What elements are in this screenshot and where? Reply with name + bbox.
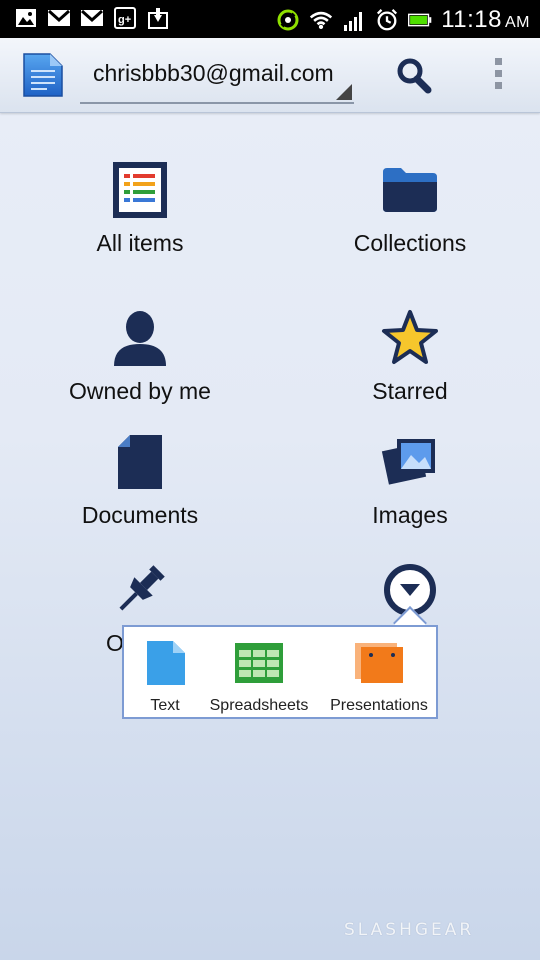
account-email: chrisbbb30@gmail.com — [93, 60, 334, 86]
create-type-popup: Text Spreadsheets Presentations — [122, 625, 438, 719]
popup-presentations-button[interactable]: Presentations — [322, 637, 436, 715]
popup-text-label: Text — [150, 697, 180, 714]
overflow-menu-icon — [494, 58, 502, 65]
search-icon — [397, 58, 432, 94]
images-button[interactable]: Images — [290, 430, 530, 529]
all-items-button[interactable]: All items — [20, 158, 260, 257]
popup-presentations-label: Presentations — [330, 697, 428, 714]
all-items-label: All items — [96, 230, 184, 256]
starred-label: Starred — [372, 378, 448, 404]
search-button[interactable] — [394, 56, 434, 96]
collections-label: Collections — [353, 230, 467, 256]
alarm-icon — [375, 8, 399, 32]
wifi-icon — [309, 8, 333, 32]
download-icon — [146, 6, 170, 30]
account-selector[interactable]: chrisbbb30@gmail.com — [80, 52, 354, 104]
battery-icon — [408, 8, 432, 32]
documents-button[interactable]: Documents — [20, 430, 260, 529]
overflow-dot — [494, 70, 502, 77]
popup-text-button[interactable]: Text — [130, 637, 200, 715]
sync-icon — [276, 8, 300, 32]
dropdown-corner-icon — [336, 84, 352, 100]
images-icon — [378, 430, 442, 494]
star-icon — [378, 306, 442, 370]
overflow-dot — [494, 82, 502, 89]
clock: 11:18 AM — [441, 6, 530, 34]
document-icon — [108, 430, 172, 494]
person-icon — [108, 306, 172, 370]
google-plus-icon: g+ — [113, 6, 137, 30]
spreadsheet-icon — [233, 637, 285, 689]
popup-spreadsheets-label: Spreadsheets — [209, 697, 309, 714]
starred-button[interactable]: Starred — [290, 306, 530, 405]
gmail-icon — [80, 6, 104, 30]
clock-time: 11:18 — [441, 6, 502, 33]
presentation-icon — [353, 637, 405, 689]
status-bar: g+ 11:18 AM — [0, 0, 540, 38]
svg-text:g+: g+ — [118, 14, 131, 26]
folder-icon — [378, 158, 442, 222]
watermark: SLASHGEAR — [344, 920, 475, 940]
collections-button[interactable]: Collections — [290, 158, 530, 257]
action-bar: chrisbbb30@gmail.com — [0, 38, 540, 113]
notification-icons: g+ — [14, 6, 170, 30]
overflow-menu-button[interactable] — [488, 58, 508, 98]
pin-icon — [108, 558, 172, 622]
list-icon — [108, 158, 172, 222]
text-doc-icon — [139, 637, 191, 689]
images-label: Images — [372, 502, 448, 528]
signal-icon — [342, 8, 366, 32]
popup-spreadsheets-button[interactable]: Spreadsheets — [204, 637, 314, 715]
gmail-icon — [47, 6, 71, 30]
owned-by-me-button[interactable]: Owned by me — [20, 306, 260, 405]
system-icons: 11:18 AM — [276, 6, 530, 34]
app-logo-icon[interactable] — [22, 52, 66, 98]
gallery-icon — [14, 6, 38, 30]
documents-label: Documents — [81, 502, 199, 528]
owned-by-me-label: Owned by me — [69, 378, 211, 404]
clock-ampm: AM — [505, 14, 530, 31]
